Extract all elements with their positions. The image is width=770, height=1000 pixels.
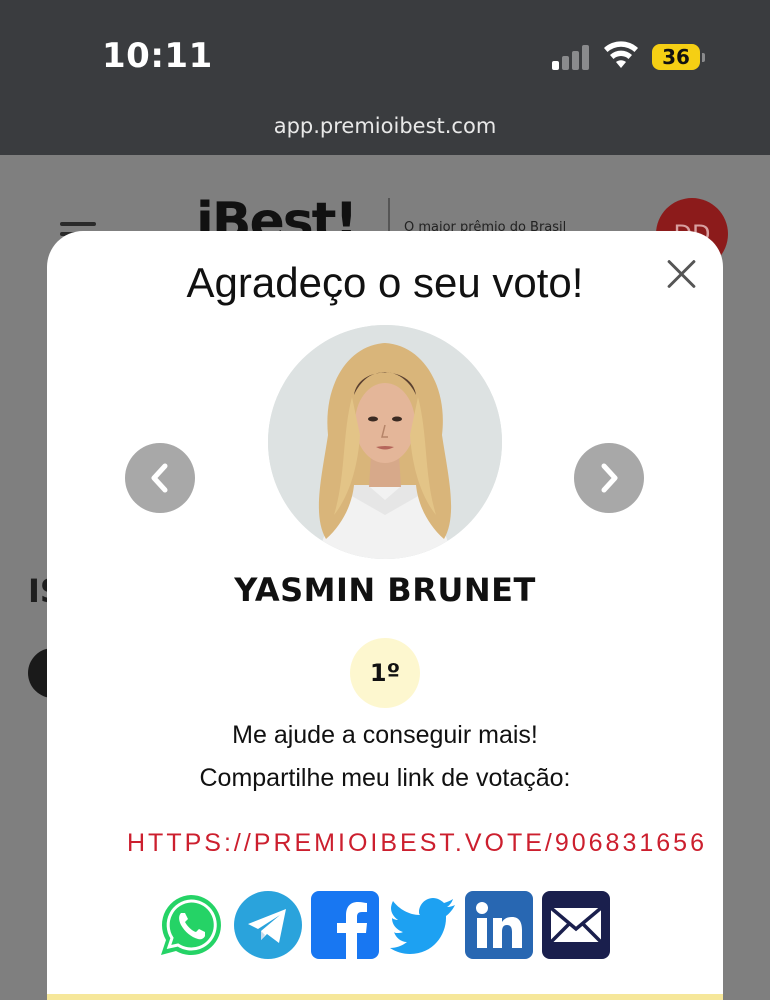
next-button[interactable] — [574, 443, 644, 513]
vote-link[interactable]: HTTPS://PREMIOIBEST.VOTE/906831656 — [127, 829, 707, 858]
facebook-icon[interactable] — [311, 891, 379, 959]
status-bar: 10:11 36 app.premioibest.com — [0, 0, 770, 155]
email-icon[interactable] — [542, 891, 610, 959]
address-bar[interactable]: app.premioibest.com — [0, 114, 770, 138]
telegram-icon[interactable] — [234, 891, 302, 959]
close-icon[interactable] — [663, 255, 701, 293]
battery-icon: 36 — [652, 44, 705, 70]
candidate-photo — [268, 325, 502, 559]
candidate-name: YASMIN BRUNET — [234, 571, 536, 609]
linkedin-icon[interactable] — [465, 891, 533, 959]
chevron-right-icon — [601, 463, 618, 493]
share-prompt: Compartilhe meu link de votação: — [199, 764, 571, 792]
twitter-icon[interactable] — [388, 891, 456, 959]
rank-badge: 1º — [350, 638, 420, 708]
clock: 10:11 — [102, 36, 213, 76]
cellular-signal-icon — [552, 44, 592, 70]
whatsapp-icon[interactable] — [157, 891, 225, 959]
share-buttons — [157, 891, 610, 959]
modal-bottom-bar — [47, 994, 723, 1000]
header-divider — [388, 198, 390, 232]
vote-thanks-modal: Agradeço o seu voto! YASMIN BRUNET 1º Me… — [47, 231, 723, 1000]
chevron-left-icon — [151, 463, 168, 493]
battery-level: 36 — [652, 44, 700, 70]
help-message: Me ajude a conseguir mais! — [232, 721, 538, 749]
wifi-icon — [604, 41, 638, 68]
modal-title: Agradeço o seu voto! — [186, 259, 584, 306]
previous-button[interactable] — [125, 443, 195, 513]
